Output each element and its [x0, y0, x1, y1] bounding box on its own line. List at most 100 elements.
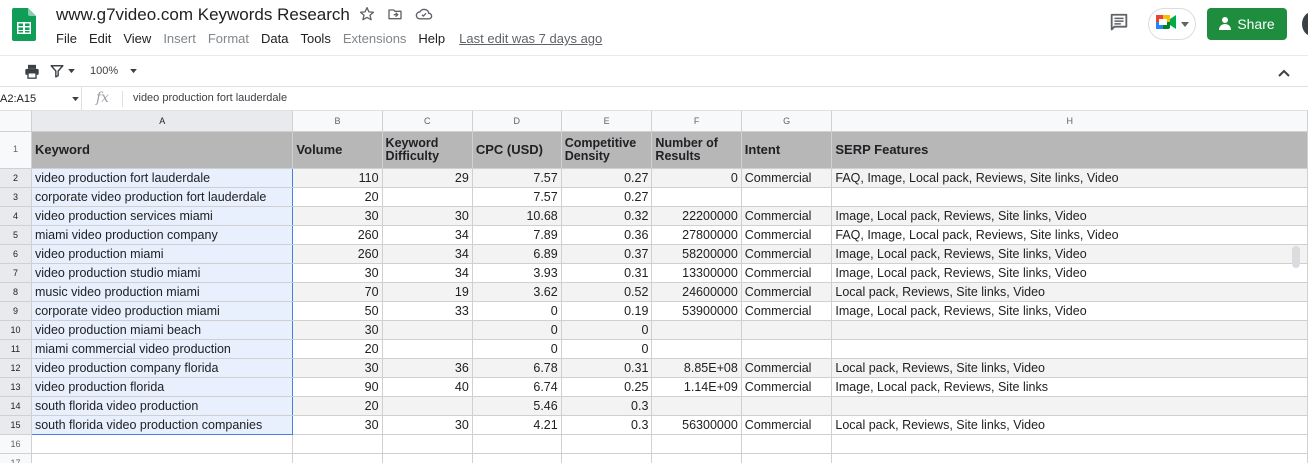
table-cell[interactable] [472, 434, 562, 454]
table-cell[interactable]: 0.36 [561, 225, 653, 245]
header-cell-number-of-results[interactable]: Number of Results [651, 131, 742, 169]
table-cell[interactable]: video production miami [30, 244, 294, 264]
table-cell[interactable] [741, 434, 833, 454]
table-cell[interactable] [31, 434, 294, 454]
table-cell[interactable]: 0 [561, 339, 653, 359]
table-cell[interactable] [831, 320, 1308, 340]
folder-move-icon[interactable] [387, 6, 403, 27]
table-cell[interactable]: 4.21 [472, 415, 562, 435]
table-cell[interactable]: 34 [382, 244, 473, 264]
table-cell[interactable]: 8.85E+08 [651, 358, 742, 378]
table-cell[interactable] [831, 453, 1308, 463]
row-header[interactable]: 1 [0, 131, 32, 169]
column-header-b[interactable]: B [292, 111, 383, 132]
table-cell[interactable]: 0.19 [561, 301, 653, 321]
star-icon[interactable] [359, 6, 375, 27]
table-cell[interactable]: 53900000 [651, 301, 742, 321]
document-title[interactable]: www.g7video.com Keywords Research [56, 5, 350, 25]
table-cell[interactable]: Local pack, Reviews, Site links, Video [831, 282, 1308, 302]
table-cell[interactable]: Image, Local pack, Reviews, Site links, … [831, 301, 1308, 321]
table-cell[interactable]: 1.14E+09 [651, 377, 742, 397]
table-cell[interactable]: 10.68 [472, 206, 562, 226]
comment-icon[interactable] [1108, 12, 1130, 39]
row-header[interactable]: 11 [0, 339, 32, 359]
menu-view[interactable]: View [123, 31, 151, 46]
header-cell-keyword[interactable]: Keyword [31, 131, 294, 169]
header-cell-keyword-difficulty[interactable]: Keyword Difficulty [382, 131, 473, 169]
table-cell[interactable]: miami commercial video production [30, 339, 294, 359]
row-header[interactable]: 15 [0, 415, 32, 435]
table-cell[interactable]: 19 [382, 282, 473, 302]
table-cell[interactable]: Commercial [741, 282, 833, 302]
row-header[interactable]: 2 [0, 168, 32, 188]
table-cell[interactable]: 90 [292, 377, 383, 397]
last-edit-link[interactable]: Last edit was 7 days ago [459, 31, 602, 46]
table-cell[interactable] [651, 434, 742, 454]
table-cell[interactable] [831, 339, 1308, 359]
table-cell[interactable]: 6.89 [472, 244, 562, 264]
header-cell-volume[interactable]: Volume [292, 131, 383, 169]
table-cell[interactable]: video production miami beach [30, 320, 294, 340]
table-cell[interactable]: 0.32 [561, 206, 653, 226]
table-cell[interactable]: 260 [292, 225, 383, 245]
table-cell[interactable]: FAQ, Image, Local pack, Reviews, Site li… [831, 168, 1308, 188]
table-cell[interactable]: Commercial [741, 415, 833, 435]
table-cell[interactable]: 36 [382, 358, 473, 378]
table-cell[interactable] [651, 396, 742, 416]
table-cell[interactable]: Image, Local pack, Reviews, Site links, … [831, 206, 1308, 226]
menu-data[interactable]: Data [261, 31, 288, 46]
table-cell[interactable] [741, 453, 833, 463]
table-cell[interactable]: 50 [292, 301, 383, 321]
table-cell[interactable] [382, 453, 473, 463]
print-icon[interactable] [24, 64, 40, 79]
column-header-g[interactable]: G [741, 111, 833, 132]
formula-input[interactable]: video production fort lauderdale [133, 92, 287, 104]
table-cell[interactable] [292, 434, 383, 454]
column-header-h[interactable]: H [831, 111, 1308, 132]
table-cell[interactable]: video production company florida [30, 358, 294, 378]
table-cell[interactable]: 0 [651, 168, 742, 188]
table-cell[interactable]: 27800000 [651, 225, 742, 245]
table-cell[interactable]: 70 [292, 282, 383, 302]
table-cell[interactable]: 0 [472, 339, 562, 359]
table-cell[interactable]: 7.89 [472, 225, 562, 245]
row-header[interactable]: 5 [0, 225, 32, 245]
table-cell[interactable] [382, 396, 473, 416]
header-cell-intent[interactable]: Intent [741, 131, 833, 169]
menu-extensions[interactable]: Extensions [343, 31, 407, 46]
table-cell[interactable]: 30 [292, 206, 383, 226]
header-cell-serp-features[interactable]: SERP Features [831, 131, 1308, 169]
table-cell[interactable]: video production florida [30, 377, 294, 397]
table-cell[interactable] [741, 339, 833, 359]
row-header[interactable]: 13 [0, 377, 32, 397]
table-cell[interactable]: 0.37 [561, 244, 653, 264]
select-all-corner[interactable] [0, 111, 32, 132]
row-header[interactable]: 14 [0, 396, 32, 416]
google-sheets-logo[interactable] [12, 8, 36, 41]
table-cell[interactable]: 0.25 [561, 377, 653, 397]
menu-help[interactable]: Help [418, 31, 445, 46]
table-cell[interactable]: corporate video production fort lauderda… [30, 187, 294, 207]
table-cell[interactable]: miami video production company [30, 225, 294, 245]
filter-icon[interactable] [50, 64, 75, 78]
table-cell[interactable] [651, 320, 742, 340]
row-header[interactable]: 6 [0, 244, 32, 264]
table-cell[interactable]: south florida video production [30, 396, 294, 416]
table-cell[interactable]: Commercial [741, 263, 833, 283]
column-header-a[interactable]: A [31, 111, 294, 132]
table-cell[interactable]: 33 [382, 301, 473, 321]
table-cell[interactable]: 6.78 [472, 358, 562, 378]
table-cell[interactable] [741, 320, 833, 340]
menu-edit[interactable]: Edit [89, 31, 111, 46]
table-cell[interactable]: 20 [292, 396, 383, 416]
table-cell[interactable]: Image, Local pack, Reviews, Site links [831, 377, 1308, 397]
share-button[interactable]: Share [1207, 8, 1287, 40]
table-cell[interactable]: 34 [382, 263, 473, 283]
table-cell[interactable] [741, 396, 833, 416]
table-cell[interactable]: 30 [292, 415, 383, 435]
table-cell[interactable]: Local pack, Reviews, Site links, Video [831, 358, 1308, 378]
table-cell[interactable]: Commercial [741, 168, 833, 188]
header-cell-cpc[interactable]: CPC (USD) [472, 131, 562, 169]
table-cell[interactable]: 30 [292, 358, 383, 378]
table-cell[interactable] [382, 434, 473, 454]
